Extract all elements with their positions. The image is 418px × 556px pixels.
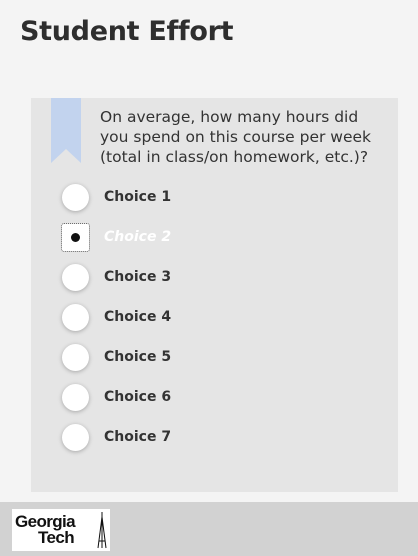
radio-button[interactable] — [62, 183, 89, 211]
choice-label: Choice 7 — [104, 429, 172, 445]
choice-label: Choice 6 — [104, 389, 172, 405]
tower-icon — [97, 512, 107, 549]
radio-button-selected[interactable] — [61, 222, 90, 252]
choice-label: Choice 3 — [104, 269, 172, 285]
choice-label: Choice 1 — [104, 189, 172, 205]
radio-button[interactable] — [62, 383, 89, 411]
choice-option-1[interactable]: Choice 1 — [62, 181, 362, 213]
choice-option-2[interactable]: Choice 2 — [61, 221, 362, 253]
question-card: On average, how many hours did you spend… — [31, 98, 398, 492]
choice-label: Choice 5 — [104, 349, 172, 365]
logo-text-line-2: Tech — [38, 528, 75, 547]
radio-button[interactable] — [62, 423, 89, 451]
choice-label: Choice 2 — [104, 229, 172, 245]
choice-option-4[interactable]: Choice 4 — [62, 301, 362, 333]
page-title: Student Effort — [20, 16, 234, 47]
choice-option-6[interactable]: Choice 6 — [62, 381, 362, 413]
choice-label: Choice 4 — [104, 309, 172, 325]
choice-option-3[interactable]: Choice 3 — [62, 261, 362, 293]
radio-button[interactable] — [62, 343, 89, 371]
choice-option-5[interactable]: Choice 5 — [62, 341, 362, 373]
choice-option-7[interactable]: Choice 7 — [62, 421, 362, 453]
survey-page: Student Effort On average, how many hour… — [0, 0, 418, 556]
question-text: On average, how many hours did you spend… — [100, 108, 372, 166]
radio-button[interactable] — [62, 303, 89, 331]
footer: Georgia Tech — [0, 502, 418, 556]
bookmark-icon — [51, 98, 81, 163]
radio-button[interactable] — [62, 263, 89, 291]
georgia-tech-logo: Georgia Tech — [12, 509, 110, 551]
